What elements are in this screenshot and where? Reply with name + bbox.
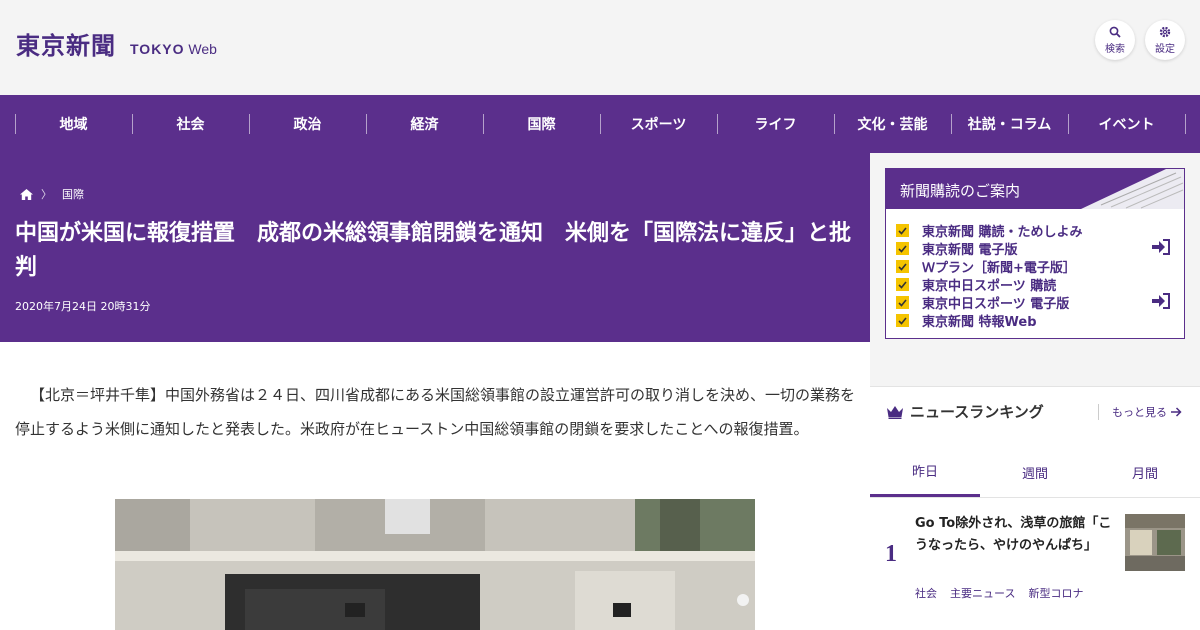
subscription-link[interactable]: 東京中日スポーツ 電子版	[896, 293, 1069, 312]
nav-item-international[interactable]: 国際	[483, 95, 600, 153]
logo-kanji: 東京新聞	[16, 31, 116, 60]
home-icon[interactable]	[20, 188, 33, 200]
tab-monthly[interactable]: 月間	[1090, 447, 1200, 497]
nav-item-events[interactable]: イベント	[1068, 95, 1185, 153]
subscription-item-label: 東京新聞 電子版	[922, 243, 1018, 258]
check-icon	[896, 260, 909, 273]
logo-subtitle: TOKYO Web	[130, 41, 217, 57]
rank-thumbnail[interactable]	[1125, 514, 1185, 571]
subscription-link[interactable]: Ｗプラン［新聞+電子版］	[896, 257, 1076, 276]
subscription-link[interactable]: 東京新聞 特報Web	[896, 311, 1037, 330]
breadcrumb-category[interactable]: 国際	[62, 186, 84, 202]
ranking-title: ニュースランキング	[910, 403, 1044, 421]
subscription-header: 新聞購読のご案内	[886, 169, 1184, 209]
search-label: 検索	[1105, 43, 1125, 55]
subscription-link[interactable]: 東京中日スポーツ 購読	[896, 275, 1056, 294]
ranking-more-label: もっと見る	[1112, 406, 1167, 419]
article-date: 2020年7月24日 20時31分	[15, 300, 151, 313]
rank-number: 1	[885, 541, 897, 567]
nav-item-editorial[interactable]: 社説・コラム	[951, 95, 1068, 153]
gear-icon	[1159, 26, 1171, 37]
check-icon	[896, 314, 909, 327]
thumbnail-image	[1125, 514, 1185, 571]
nav-item-sports[interactable]: スポーツ	[600, 95, 717, 153]
subscription-link[interactable]: 東京新聞 購読・ためしよみ	[896, 221, 1083, 240]
breadcrumb-separator: 〉	[41, 188, 52, 201]
subscription-item-label: 東京新聞 特報Web	[922, 315, 1037, 330]
subscription-link[interactable]: 東京新聞 電子版	[896, 239, 1018, 258]
subscription-item-label: 東京新聞 購読・ためしよみ	[922, 225, 1083, 240]
tab-weekly[interactable]: 週間	[980, 447, 1090, 497]
crown-icon	[887, 405, 903, 419]
ranking-more-link[interactable]: もっと見る	[1098, 404, 1182, 420]
check-icon	[896, 278, 909, 291]
rank-tags: 社会 主要ニュース 新型コロナ	[915, 585, 1083, 601]
tab-yesterday[interactable]: 昨日	[870, 447, 980, 497]
site-header: 東京新聞 TOKYO Web 検索 設定	[0, 0, 1200, 95]
subscription-title: 新聞購読のご案内	[900, 182, 1021, 200]
breadcrumb: 〉 国際	[20, 186, 84, 202]
nav-divider	[1185, 114, 1186, 134]
search-icon	[1109, 26, 1121, 38]
nav-item-culture[interactable]: 文化・芸能	[834, 95, 951, 153]
arrow-right-icon	[1171, 407, 1182, 417]
ranking-heading: ニュースランキング	[886, 401, 1044, 422]
nav-item-region[interactable]: 地域	[15, 95, 132, 153]
nav-item-society[interactable]: 社会	[132, 95, 249, 153]
rank-article-title[interactable]: Go To除外され、浅草の旅館「こうなったら、やけのやんぱち」	[915, 513, 1115, 557]
subscription-item-label: 東京中日スポーツ 電子版	[922, 297, 1070, 312]
subscription-item-label: Ｗプラン［新聞+電子版］	[922, 261, 1076, 276]
tab-divider	[870, 497, 1200, 498]
check-icon	[896, 224, 909, 237]
article-body: 【北京＝坪井千隼】中国外務省は２４日、四川省成都にある米国総領事館の設立運営許可…	[15, 386, 856, 438]
search-button[interactable]: 検索	[1095, 20, 1135, 60]
check-icon	[896, 242, 909, 255]
category-nav: 地域 社会 政治 経済 国際 スポーツ ライフ 文化・芸能 社説・コラム イベン…	[0, 95, 1200, 153]
login-arrow-icon[interactable]	[1152, 239, 1170, 255]
nav-item-life[interactable]: ライフ	[717, 95, 834, 153]
consulate-photo	[115, 499, 755, 630]
news-ranking: ニュースランキング もっと見る 昨日 週間 月間 1 Go To除外され、浅草の…	[870, 386, 1200, 630]
article-title: 中国が米国に報復措置 成都の米総領事館閉鎖を通知 米側を「国際法に違反」と批判	[15, 221, 852, 280]
rank-tag[interactable]: 社会	[915, 585, 937, 601]
subscription-box: 新聞購読のご案内 東京新聞 購読・ためしよみ 東京新聞 電子版 Ｗプラン［新聞+…	[885, 168, 1185, 339]
rank-tag[interactable]: 新型コロナ	[1028, 585, 1083, 601]
check-icon	[896, 296, 909, 309]
nav-item-economy[interactable]: 経済	[366, 95, 483, 153]
login-arrow-icon[interactable]	[1152, 293, 1170, 309]
newspaper-illustration	[1081, 169, 1184, 209]
article-photo	[115, 499, 755, 630]
article-header: 〉 国際 中国が米国に報復措置 成都の米総領事館閉鎖を通知 米側を「国際法に違反…	[0, 153, 870, 342]
settings-button[interactable]: 設定	[1145, 20, 1185, 60]
nav-item-politics[interactable]: 政治	[249, 95, 366, 153]
subscription-item-label: 東京中日スポーツ 購読	[922, 279, 1057, 294]
rank-tag[interactable]: 主要ニュース	[950, 585, 1015, 601]
settings-label: 設定	[1155, 43, 1175, 55]
site-logo[interactable]: 東京新聞 TOKYO Web	[16, 26, 217, 61]
